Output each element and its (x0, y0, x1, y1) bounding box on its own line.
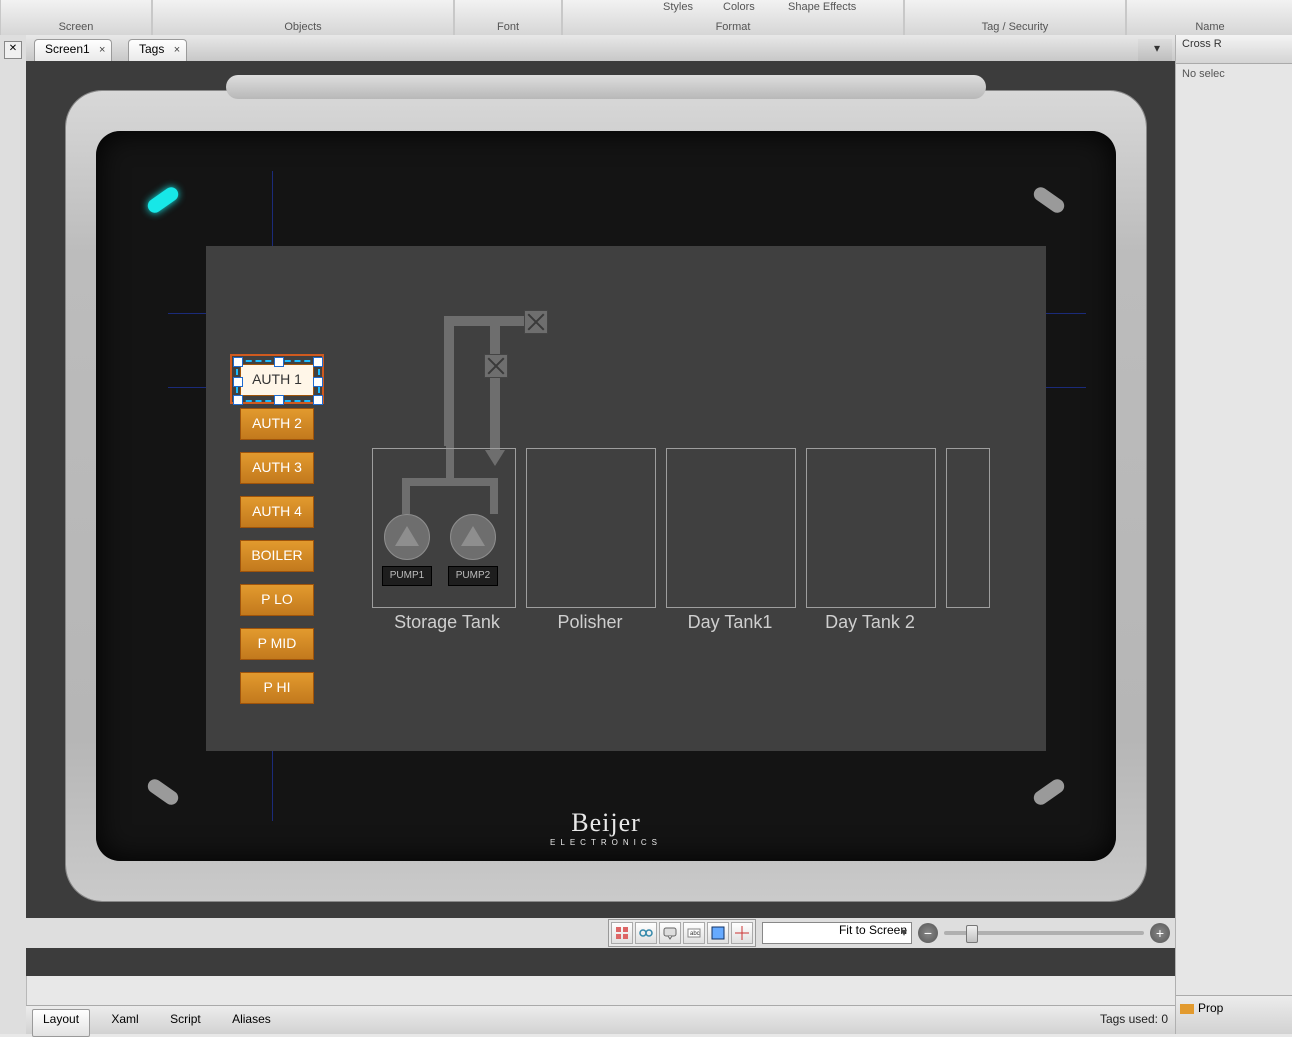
ribbon-group-font[interactable]: Font (454, 0, 562, 35)
show-bounds-icon[interactable] (707, 922, 729, 944)
nav-button-auth2[interactable]: AUTH 2 (240, 408, 314, 440)
left-dock-close-button[interactable]: ✕ (4, 41, 22, 59)
valve-icon[interactable] (524, 310, 548, 334)
nav-button-boiler[interactable]: BOILER (240, 540, 314, 572)
pump-icon[interactable] (384, 514, 430, 560)
day-tank-2[interactable] (806, 448, 936, 608)
ribbon-group-tag-security[interactable]: Tag / Security (904, 0, 1126, 35)
ribbon-group-label: Font (455, 21, 561, 33)
pump-label: PUMP2 (448, 566, 498, 586)
tank-label: Storage Tank (372, 612, 522, 633)
device-bezel: 154,0 766,0 AUTH 1 (96, 131, 1116, 861)
day-tank-1[interactable] (666, 448, 796, 608)
right-dock: Cross R No selec Prop (1175, 35, 1292, 1034)
tab-layout[interactable]: Layout (32, 1009, 90, 1037)
tank-partial[interactable] (946, 448, 990, 608)
ribbon-group-label: Objects (153, 21, 453, 33)
ribbon-shape-effects-fragment[interactable]: Shape Effects (788, 1, 856, 13)
ribbon-styles-fragment[interactable]: Styles (663, 1, 693, 13)
show-crosshair-icon[interactable] (731, 922, 753, 944)
device-notch (226, 75, 986, 99)
zoom-slider-thumb[interactable] (966, 925, 978, 943)
right-panel-body: No selec (1176, 64, 1292, 84)
tab-aliases[interactable]: Aliases (222, 1010, 281, 1036)
brand-sub: ELECTRONICS (96, 838, 1116, 847)
snap-to-object-icon[interactable] (635, 922, 657, 944)
hmi-device-frame: 154,0 766,0 AUTH 1 (66, 91, 1146, 901)
zoom-level-combo[interactable]: Fit to Screen (762, 922, 912, 944)
device-brand: Beijer ELECTRONICS (96, 808, 1116, 847)
ribbon-group-objects[interactable]: Objects (152, 0, 454, 35)
design-canvas[interactable]: 154,0 766,0 AUTH 1 (26, 61, 1176, 976)
ribbon-group-label: Name (1127, 21, 1292, 33)
left-dock: ✕ (0, 35, 27, 1034)
nav-button-plo[interactable]: P LO (240, 584, 314, 616)
show-tooltips-icon[interactable] (659, 922, 681, 944)
tab-label: Tags (139, 42, 164, 56)
right-panel-footer-tab[interactable]: Prop (1176, 995, 1292, 1034)
view-tools-group: abc (608, 919, 756, 947)
right-footer-label: Prop (1198, 1001, 1223, 1015)
tab-script[interactable]: Script (160, 1010, 211, 1036)
ribbon-group-label: Screen (1, 21, 151, 33)
tank-label: Polisher (526, 612, 654, 633)
tab-label: Screen1 (45, 42, 90, 56)
brand-name: Beijer (571, 808, 641, 837)
valve-icon[interactable] (484, 354, 508, 378)
ribbon-group-label: Tag / Security (905, 21, 1125, 33)
pump-label: PUMP1 (382, 566, 432, 586)
nav-button-pmid[interactable]: P MID (240, 628, 314, 660)
corner-button-icon[interactable] (1031, 777, 1067, 808)
document-tab-strip: Screen1 × Tags × ▾ (26, 35, 1176, 61)
tank-label: Day Tank1 (666, 612, 794, 633)
pipe[interactable] (490, 316, 500, 456)
svg-text:abc: abc (690, 931, 700, 937)
nav-button-phi[interactable]: P HI (240, 672, 314, 704)
zoom-out-button[interactable]: − (918, 923, 938, 943)
ribbon-colors-fragment[interactable]: Colors (723, 1, 755, 13)
nav-button-auth3[interactable]: AUTH 3 (240, 452, 314, 484)
tab-xaml[interactable]: Xaml (101, 1010, 148, 1036)
power-led-icon (145, 185, 181, 216)
nav-button-auth1[interactable]: AUTH 1 (240, 364, 314, 396)
snap-to-grid-icon[interactable] (611, 922, 633, 944)
hmi-screen[interactable]: AUTH 1 (206, 246, 1046, 751)
zoom-in-button[interactable]: + (1150, 923, 1170, 943)
corner-button-icon[interactable] (1031, 185, 1067, 216)
pipe[interactable] (444, 316, 534, 326)
ribbon-strip: Screen Objects Font Styles Colors Shape … (0, 0, 1292, 36)
corner-button-icon[interactable] (145, 777, 181, 808)
zoom-slider-track[interactable] (944, 931, 1144, 935)
zoom-combo-value: Fit to Screen (839, 923, 907, 937)
ribbon-group-name[interactable]: Name (1126, 0, 1292, 35)
show-text-icon[interactable]: abc (683, 922, 705, 944)
pipe[interactable] (444, 316, 454, 446)
document-area: Screen1 × Tags × ▾ (26, 35, 1176, 976)
editor-mode-tabs: Layout Xaml Script Aliases Tags used: 0 (26, 1005, 1176, 1034)
close-icon[interactable]: × (99, 44, 105, 56)
ribbon-group-format[interactable]: Styles Colors Shape Effects Format (562, 0, 904, 35)
tab-overflow-button[interactable]: ▾ (1138, 39, 1172, 63)
pump-icon[interactable] (450, 514, 496, 560)
tank-label: Day Tank 2 (806, 612, 934, 633)
polisher-tank[interactable] (526, 448, 656, 608)
zoom-bar: abc Fit to Screen − + (26, 918, 1176, 948)
ribbon-group-screen[interactable]: Screen (0, 0, 152, 35)
right-panel-header[interactable]: Cross R (1176, 35, 1292, 64)
tags-used-status: Tags used: 0 (1100, 1012, 1168, 1026)
ribbon-group-label: Format (563, 21, 903, 33)
nav-button-auth4[interactable]: AUTH 4 (240, 496, 314, 528)
close-icon[interactable]: × (174, 44, 180, 56)
properties-icon (1180, 1004, 1194, 1014)
